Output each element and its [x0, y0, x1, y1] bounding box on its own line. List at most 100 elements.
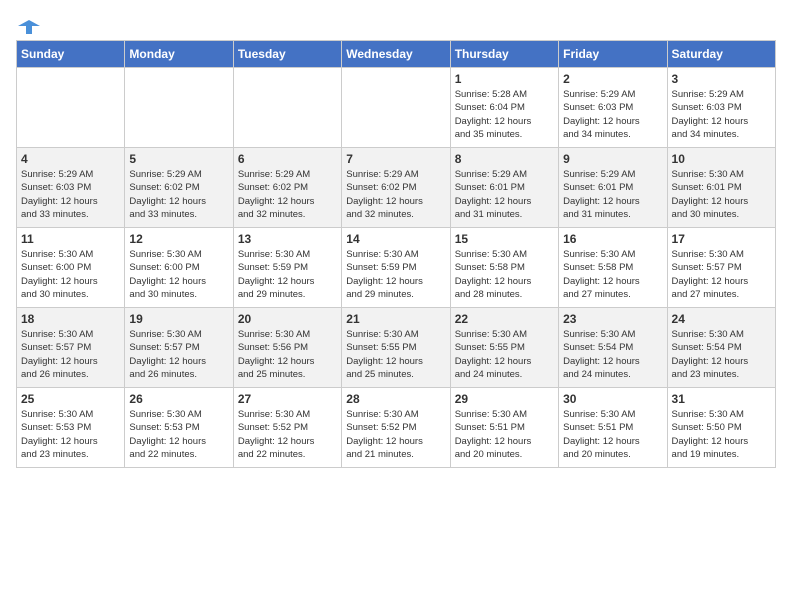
header-wednesday: Wednesday	[342, 41, 450, 68]
day-info: Sunrise: 5:29 AM Sunset: 6:01 PM Dayligh…	[563, 168, 662, 221]
day-number: 23	[563, 312, 662, 326]
day-info: Sunrise: 5:30 AM Sunset: 5:57 PM Dayligh…	[129, 328, 228, 381]
calendar-cell: 17 Sunrise: 5:30 AM Sunset: 5:57 PM Dayli…	[667, 228, 775, 308]
day-info: Sunrise: 5:30 AM Sunset: 5:55 PM Dayligh…	[455, 328, 554, 381]
calendar-cell: 18 Sunrise: 5:30 AM Sunset: 5:57 PM Dayli…	[17, 308, 125, 388]
day-info: Sunrise: 5:30 AM Sunset: 5:56 PM Dayligh…	[238, 328, 337, 381]
day-info: Sunrise: 5:29 AM Sunset: 6:03 PM Dayligh…	[21, 168, 120, 221]
calendar-cell: 27 Sunrise: 5:30 AM Sunset: 5:52 PM Dayli…	[233, 388, 341, 468]
day-number: 27	[238, 392, 337, 406]
day-number: 4	[21, 152, 120, 166]
calendar-week-row: 1 Sunrise: 5:28 AM Sunset: 6:04 PM Daylig…	[17, 68, 776, 148]
calendar-cell: 30 Sunrise: 5:30 AM Sunset: 5:51 PM Dayli…	[559, 388, 667, 468]
day-info: Sunrise: 5:29 AM Sunset: 6:02 PM Dayligh…	[238, 168, 337, 221]
calendar-cell: 9 Sunrise: 5:29 AM Sunset: 6:01 PM Daylig…	[559, 148, 667, 228]
calendar-cell: 7 Sunrise: 5:29 AM Sunset: 6:02 PM Daylig…	[342, 148, 450, 228]
day-info: Sunrise: 5:30 AM Sunset: 5:53 PM Dayligh…	[21, 408, 120, 461]
day-info: Sunrise: 5:30 AM Sunset: 5:55 PM Dayligh…	[346, 328, 445, 381]
day-number: 15	[455, 232, 554, 246]
calendar-cell: 31 Sunrise: 5:30 AM Sunset: 5:50 PM Dayli…	[667, 388, 775, 468]
day-number: 20	[238, 312, 337, 326]
day-info: Sunrise: 5:30 AM Sunset: 5:54 PM Dayligh…	[672, 328, 771, 381]
day-number: 29	[455, 392, 554, 406]
day-info: Sunrise: 5:30 AM Sunset: 5:57 PM Dayligh…	[672, 248, 771, 301]
calendar-cell: 21 Sunrise: 5:30 AM Sunset: 5:55 PM Dayli…	[342, 308, 450, 388]
day-number: 16	[563, 232, 662, 246]
day-number: 13	[238, 232, 337, 246]
calendar-cell: 3 Sunrise: 5:29 AM Sunset: 6:03 PM Daylig…	[667, 68, 775, 148]
calendar-cell: 8 Sunrise: 5:29 AM Sunset: 6:01 PM Daylig…	[450, 148, 558, 228]
calendar-cell	[233, 68, 341, 148]
calendar-cell: 15 Sunrise: 5:30 AM Sunset: 5:58 PM Dayli…	[450, 228, 558, 308]
calendar-cell: 14 Sunrise: 5:30 AM Sunset: 5:59 PM Dayli…	[342, 228, 450, 308]
day-info: Sunrise: 5:29 AM Sunset: 6:01 PM Dayligh…	[455, 168, 554, 221]
calendar-cell: 26 Sunrise: 5:30 AM Sunset: 5:53 PM Dayli…	[125, 388, 233, 468]
calendar-cell: 4 Sunrise: 5:29 AM Sunset: 6:03 PM Daylig…	[17, 148, 125, 228]
day-number: 22	[455, 312, 554, 326]
day-info: Sunrise: 5:29 AM Sunset: 6:03 PM Dayligh…	[563, 88, 662, 141]
day-info: Sunrise: 5:30 AM Sunset: 5:58 PM Dayligh…	[563, 248, 662, 301]
day-info: Sunrise: 5:30 AM Sunset: 5:51 PM Dayligh…	[563, 408, 662, 461]
day-number: 28	[346, 392, 445, 406]
calendar-week-row: 25Sunrise: 5:30 AM Sunset: 5:53 PM Dayli…	[17, 388, 776, 468]
calendar-cell: 16 Sunrise: 5:30 AM Sunset: 5:58 PM Dayli…	[559, 228, 667, 308]
day-info: Sunrise: 5:30 AM Sunset: 5:59 PM Dayligh…	[346, 248, 445, 301]
day-info: Sunrise: 5:29 AM Sunset: 6:02 PM Dayligh…	[346, 168, 445, 221]
header-sunday: Sunday	[17, 41, 125, 68]
day-info: Sunrise: 5:30 AM Sunset: 5:52 PM Dayligh…	[346, 408, 445, 461]
calendar-cell: 6 Sunrise: 5:29 AM Sunset: 6:02 PM Daylig…	[233, 148, 341, 228]
calendar-week-row: 18 Sunrise: 5:30 AM Sunset: 5:57 PM Dayli…	[17, 308, 776, 388]
calendar-cell: 24 Sunrise: 5:30 AM Sunset: 5:54 PM Dayli…	[667, 308, 775, 388]
day-info: Sunrise: 5:30 AM Sunset: 5:52 PM Dayligh…	[238, 408, 337, 461]
calendar-cell: 11 Sunrise: 5:30 AM Sunset: 6:00 PM Dayli…	[17, 228, 125, 308]
calendar-table: SundayMondayTuesdayWednesdayThursdayFrid…	[16, 40, 776, 468]
logo	[16, 16, 40, 32]
day-number: 5	[129, 152, 228, 166]
calendar-cell	[17, 68, 125, 148]
day-info: Sunrise: 5:29 AM Sunset: 6:03 PM Dayligh…	[672, 88, 771, 141]
day-number: 26	[129, 392, 228, 406]
day-info: Sunrise: 5:30 AM Sunset: 5:54 PM Dayligh…	[563, 328, 662, 381]
calendar-header-row: SundayMondayTuesdayWednesdayThursdayFrid…	[17, 41, 776, 68]
calendar-cell: 19 Sunrise: 5:30 AM Sunset: 5:57 PM Dayli…	[125, 308, 233, 388]
day-number: 31	[672, 392, 771, 406]
day-info: Sunrise: 5:30 AM Sunset: 6:00 PM Dayligh…	[21, 248, 120, 301]
calendar-cell	[342, 68, 450, 148]
header-thursday: Thursday	[450, 41, 558, 68]
day-info: Sunrise: 5:30 AM Sunset: 5:50 PM Dayligh…	[672, 408, 771, 461]
day-number: 17	[672, 232, 771, 246]
day-number: 1	[455, 72, 554, 86]
day-number: 21	[346, 312, 445, 326]
day-number: 24	[672, 312, 771, 326]
calendar-cell: 13 Sunrise: 5:30 AM Sunset: 5:59 PM Dayli…	[233, 228, 341, 308]
day-number: 9	[563, 152, 662, 166]
day-number: 18	[21, 312, 120, 326]
calendar-cell: 10 Sunrise: 5:30 AM Sunset: 6:01 PM Dayli…	[667, 148, 775, 228]
header-friday: Friday	[559, 41, 667, 68]
day-number: 10	[672, 152, 771, 166]
day-info: Sunrise: 5:30 AM Sunset: 6:00 PM Dayligh…	[129, 248, 228, 301]
day-number: 6	[238, 152, 337, 166]
header-saturday: Saturday	[667, 41, 775, 68]
calendar-cell: 5 Sunrise: 5:29 AM Sunset: 6:02 PM Daylig…	[125, 148, 233, 228]
header-tuesday: Tuesday	[233, 41, 341, 68]
day-number: 7	[346, 152, 445, 166]
day-info: Sunrise: 5:30 AM Sunset: 5:51 PM Dayligh…	[455, 408, 554, 461]
day-number: 3	[672, 72, 771, 86]
day-info: Sunrise: 5:28 AM Sunset: 6:04 PM Dayligh…	[455, 88, 554, 141]
day-number: 12	[129, 232, 228, 246]
day-number: 19	[129, 312, 228, 326]
day-number: 30	[563, 392, 662, 406]
day-info: Sunrise: 5:30 AM Sunset: 5:59 PM Dayligh…	[238, 248, 337, 301]
day-number: 8	[455, 152, 554, 166]
calendar-cell: 23 Sunrise: 5:30 AM Sunset: 5:54 PM Dayli…	[559, 308, 667, 388]
day-info: Sunrise: 5:30 AM Sunset: 5:58 PM Dayligh…	[455, 248, 554, 301]
day-info: Sunrise: 5:30 AM Sunset: 6:01 PM Dayligh…	[672, 168, 771, 221]
day-number: 14	[346, 232, 445, 246]
calendar-cell	[125, 68, 233, 148]
day-info: Sunrise: 5:30 AM Sunset: 5:57 PM Dayligh…	[21, 328, 120, 381]
day-info: Sunrise: 5:29 AM Sunset: 6:02 PM Dayligh…	[129, 168, 228, 221]
day-number: 11	[21, 232, 120, 246]
day-info: Sunrise: 5:30 AM Sunset: 5:53 PM Dayligh…	[129, 408, 228, 461]
calendar-week-row: 11 Sunrise: 5:30 AM Sunset: 6:00 PM Dayli…	[17, 228, 776, 308]
